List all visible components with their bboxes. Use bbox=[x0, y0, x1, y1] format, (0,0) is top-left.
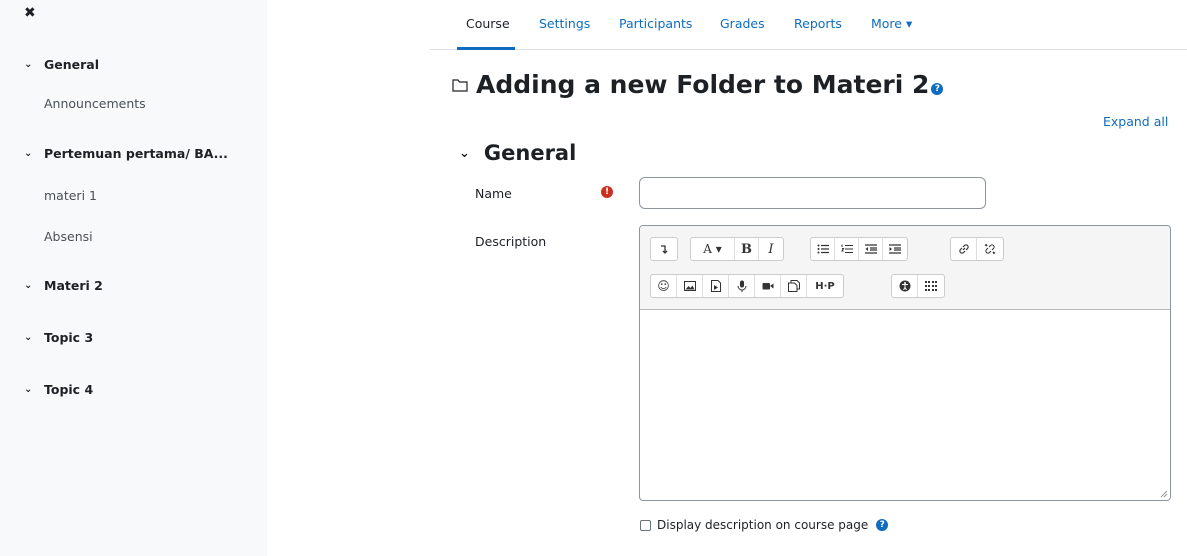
secondary-navigation: Course Settings Participants Grades Repo… bbox=[430, 0, 1187, 50]
collapse-icon[interactable] bbox=[651, 238, 677, 260]
description-label: Description bbox=[475, 234, 547, 249]
sidebar-section-label: Pertemuan pertama/ BA... bbox=[44, 146, 228, 161]
indent-icon[interactable] bbox=[883, 238, 907, 260]
link-icon[interactable] bbox=[951, 238, 977, 260]
accessibility-checker-icon[interactable] bbox=[892, 275, 918, 297]
sidebar-section-general[interactable]: ⌄ General bbox=[24, 57, 99, 72]
font-style-icon[interactable]: A ▾ bbox=[691, 238, 735, 260]
italic-icon[interactable]: I bbox=[759, 238, 783, 260]
close-drawer-icon[interactable]: ✖ bbox=[24, 5, 36, 21]
general-section-toggle[interactable]: ⌄ General bbox=[459, 141, 576, 165]
sidebar-item-announcements[interactable]: Announcements bbox=[44, 96, 146, 111]
name-input[interactable] bbox=[639, 177, 986, 209]
unlink-icon[interactable] bbox=[977, 238, 1003, 260]
editor-toolbar: A ▾ B I ☺ H·P bbox=[640, 226, 1170, 310]
bold-icon[interactable]: B bbox=[735, 238, 759, 260]
sidebar-section-materi-2[interactable]: ⌄ Materi 2 bbox=[24, 278, 103, 293]
toolbar-group: A ▾ B I bbox=[690, 237, 784, 261]
sidebar-section-pertemuan-pertama[interactable]: ⌄ Pertemuan pertama/ BA... bbox=[24, 146, 228, 161]
resize-handle-icon[interactable] bbox=[1160, 490, 1168, 498]
screenreader-helper-icon[interactable] bbox=[918, 275, 944, 297]
record-audio-icon[interactable] bbox=[729, 275, 755, 297]
record-video-icon[interactable] bbox=[755, 275, 781, 297]
unordered-list-icon[interactable] bbox=[811, 238, 835, 260]
display-description-checkbox[interactable] bbox=[640, 519, 651, 531]
folder-icon bbox=[452, 78, 468, 92]
section-title: General bbox=[483, 141, 577, 165]
name-label: Name bbox=[475, 186, 512, 201]
chevron-down-icon: ⌄ bbox=[24, 384, 33, 395]
tab-more-label: More bbox=[871, 16, 902, 31]
manage-files-icon[interactable] bbox=[781, 275, 807, 297]
tab-more[interactable]: More ▾ bbox=[871, 16, 912, 31]
sidebar-item-materi-1[interactable]: materi 1 bbox=[44, 188, 97, 203]
display-description-label[interactable]: Display description on course page bbox=[657, 518, 868, 532]
toolbar-group: ☺ H·P bbox=[650, 274, 844, 298]
sidebar-section-label: Materi 2 bbox=[44, 278, 103, 293]
page-title: Adding a new Folder to Materi 2 bbox=[476, 70, 930, 99]
media-file-icon[interactable] bbox=[703, 275, 729, 297]
sidebar-item-absensi[interactable]: Absensi bbox=[44, 229, 93, 244]
sidebar-section-topic-4[interactable]: ⌄ Topic 4 bbox=[24, 382, 93, 397]
help-icon[interactable]: ? bbox=[876, 519, 889, 531]
page-header: Adding a new Folder to Materi 2 ? bbox=[452, 70, 944, 99]
tab-course[interactable]: Course bbox=[466, 16, 510, 31]
display-description-row: Display description on course page ? bbox=[640, 518, 889, 532]
outdent-icon[interactable] bbox=[859, 238, 883, 260]
tab-grades[interactable]: Grades bbox=[720, 16, 765, 31]
h5p-icon[interactable]: H·P bbox=[807, 275, 843, 297]
sidebar-section-label: Topic 4 bbox=[44, 382, 94, 397]
toolbar-group bbox=[650, 237, 678, 261]
chevron-down-icon: ⌄ bbox=[459, 145, 470, 161]
required-icon: ! bbox=[601, 186, 613, 198]
emoji-icon[interactable]: ☺ bbox=[651, 275, 677, 297]
toolbar-group bbox=[891, 274, 945, 298]
caret-down-icon: ▾ bbox=[905, 16, 913, 31]
chevron-down-icon: ⌄ bbox=[24, 280, 33, 291]
chevron-down-icon: ⌄ bbox=[24, 332, 33, 343]
toolbar-group bbox=[810, 237, 908, 261]
help-icon[interactable]: ? bbox=[931, 82, 944, 95]
tab-reports[interactable]: Reports bbox=[794, 16, 842, 31]
expand-all-link[interactable]: Expand all bbox=[1103, 114, 1168, 129]
tab-settings[interactable]: Settings bbox=[539, 16, 590, 31]
active-tab-indicator bbox=[457, 47, 515, 50]
chevron-down-icon: ⌄ bbox=[24, 59, 33, 70]
tab-participants[interactable]: Participants bbox=[619, 16, 692, 31]
ordered-list-icon[interactable] bbox=[835, 238, 859, 260]
toolbar-group bbox=[950, 237, 1004, 261]
sidebar-section-label: General bbox=[44, 57, 99, 72]
sidebar-section-topic-3[interactable]: ⌄ Topic 3 bbox=[24, 330, 93, 345]
description-editor[interactable]: A ▾ B I ☺ H·P bbox=[639, 225, 1171, 501]
image-icon[interactable] bbox=[677, 275, 703, 297]
course-index-drawer: ✖ ⌄ General Announcements ⌄ Pertemuan pe… bbox=[0, 0, 267, 556]
chevron-down-icon: ⌄ bbox=[24, 148, 33, 159]
sidebar-section-label: Topic 3 bbox=[44, 330, 94, 345]
